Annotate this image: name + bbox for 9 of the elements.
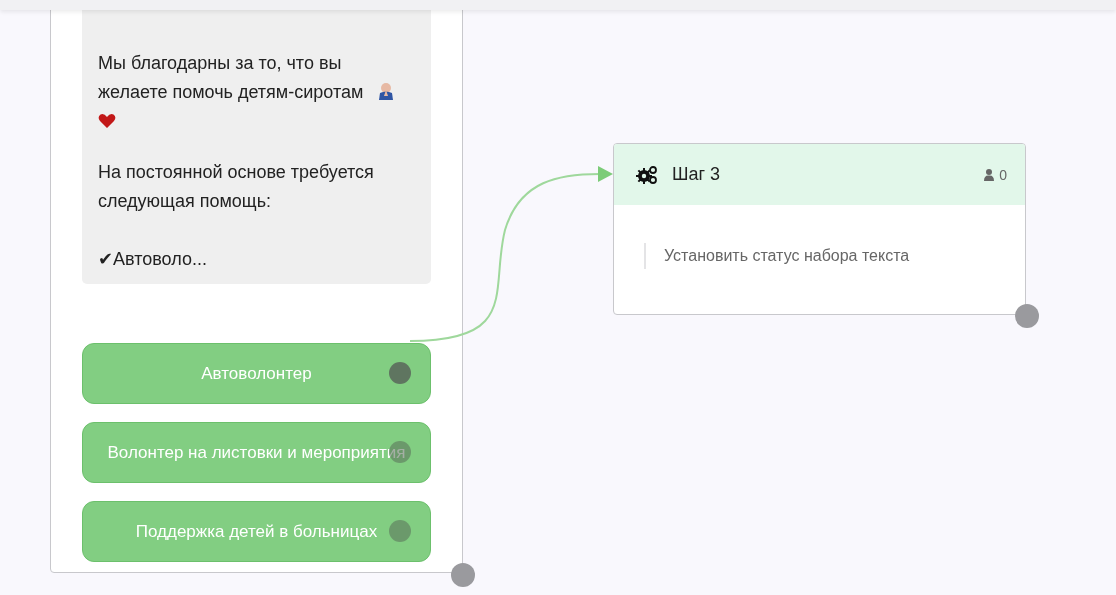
message-text: На постоянной основе требуется следующая помощь:	[98, 162, 374, 211]
reply-button[interactable]: Автоволонтер	[82, 343, 431, 404]
action-text: Установить статус набора текста	[644, 243, 995, 269]
message-text: Мы благодарны за то, что вы желаете помочь детям-сиротам	[98, 52, 365, 104]
reply-button[interactable]: Поддержка детей в больницах	[82, 501, 431, 562]
reply-button[interactable]: Волонтер на листовки и мероприятия	[82, 422, 431, 483]
step-title: Шаг 3	[672, 164, 722, 185]
message-text: ✔Автоволо...	[98, 249, 207, 269]
subscriber-count: 0	[999, 166, 1007, 183]
